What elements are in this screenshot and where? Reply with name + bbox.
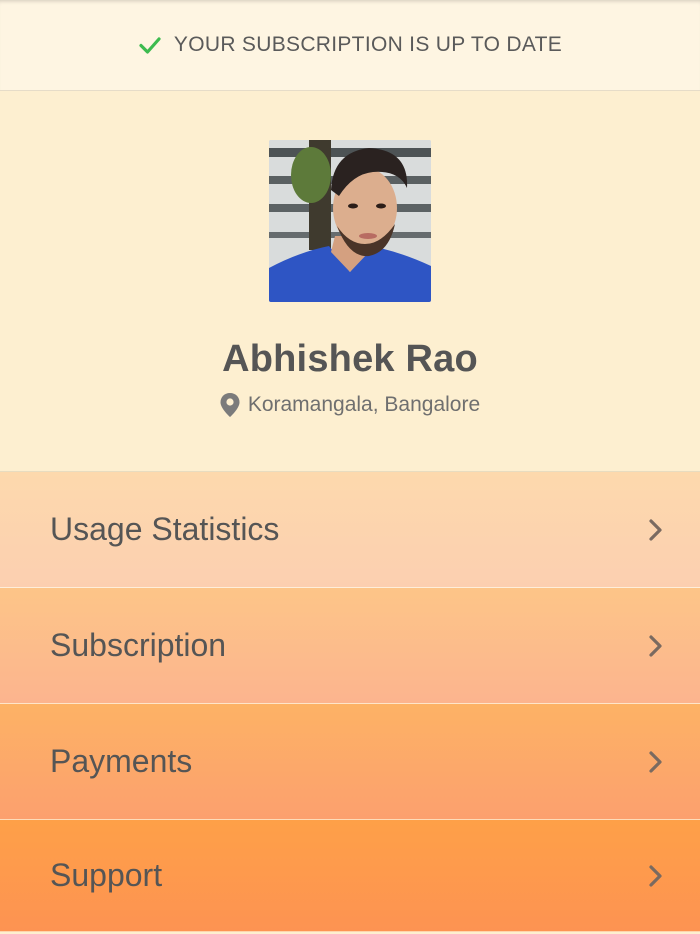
menu-item-label: Subscription — [50, 627, 227, 663]
location-text: Koramangala, Bangalore — [247, 393, 481, 416]
profile-header: Abhishek Rao Koramangala, Bangalore — [0, 91, 700, 472]
profile-location: Koramangala, Bangalore — [220, 393, 480, 417]
menu-item-label: Usage Statistics — [50, 511, 280, 547]
profile-name: Abhishek Rao — [222, 338, 478, 380]
menu-item-label: Payments — [50, 743, 193, 779]
check-icon — [138, 33, 162, 57]
chevron-right-icon — [648, 750, 664, 774]
menu-item-label: Support — [50, 857, 163, 893]
menu-item-subscription[interactable]: Subscription — [0, 588, 700, 704]
chevron-right-icon — [648, 518, 664, 542]
menu-item-payments[interactable]: Payments — [0, 704, 700, 820]
menu-item-usage-statistics[interactable]: Usage Statistics — [0, 472, 700, 588]
settings-menu: Usage Statistics Subscription Payments S… — [0, 472, 700, 932]
subscription-status-text: YOUR SUBSCRIPTION IS UP TO DATE — [173, 33, 563, 56]
chevron-right-icon — [648, 864, 664, 888]
menu-item-support[interactable]: Support — [0, 820, 700, 932]
subscription-status-banner: YOUR SUBSCRIPTION IS UP TO DATE — [0, 0, 700, 91]
chevron-right-icon — [648, 634, 664, 658]
avatar[interactable] — [269, 140, 431, 302]
map-pin-icon — [220, 393, 240, 417]
profile-screen: YOUR SUBSCRIPTION IS UP TO DATE Abhishek… — [0, 0, 700, 934]
